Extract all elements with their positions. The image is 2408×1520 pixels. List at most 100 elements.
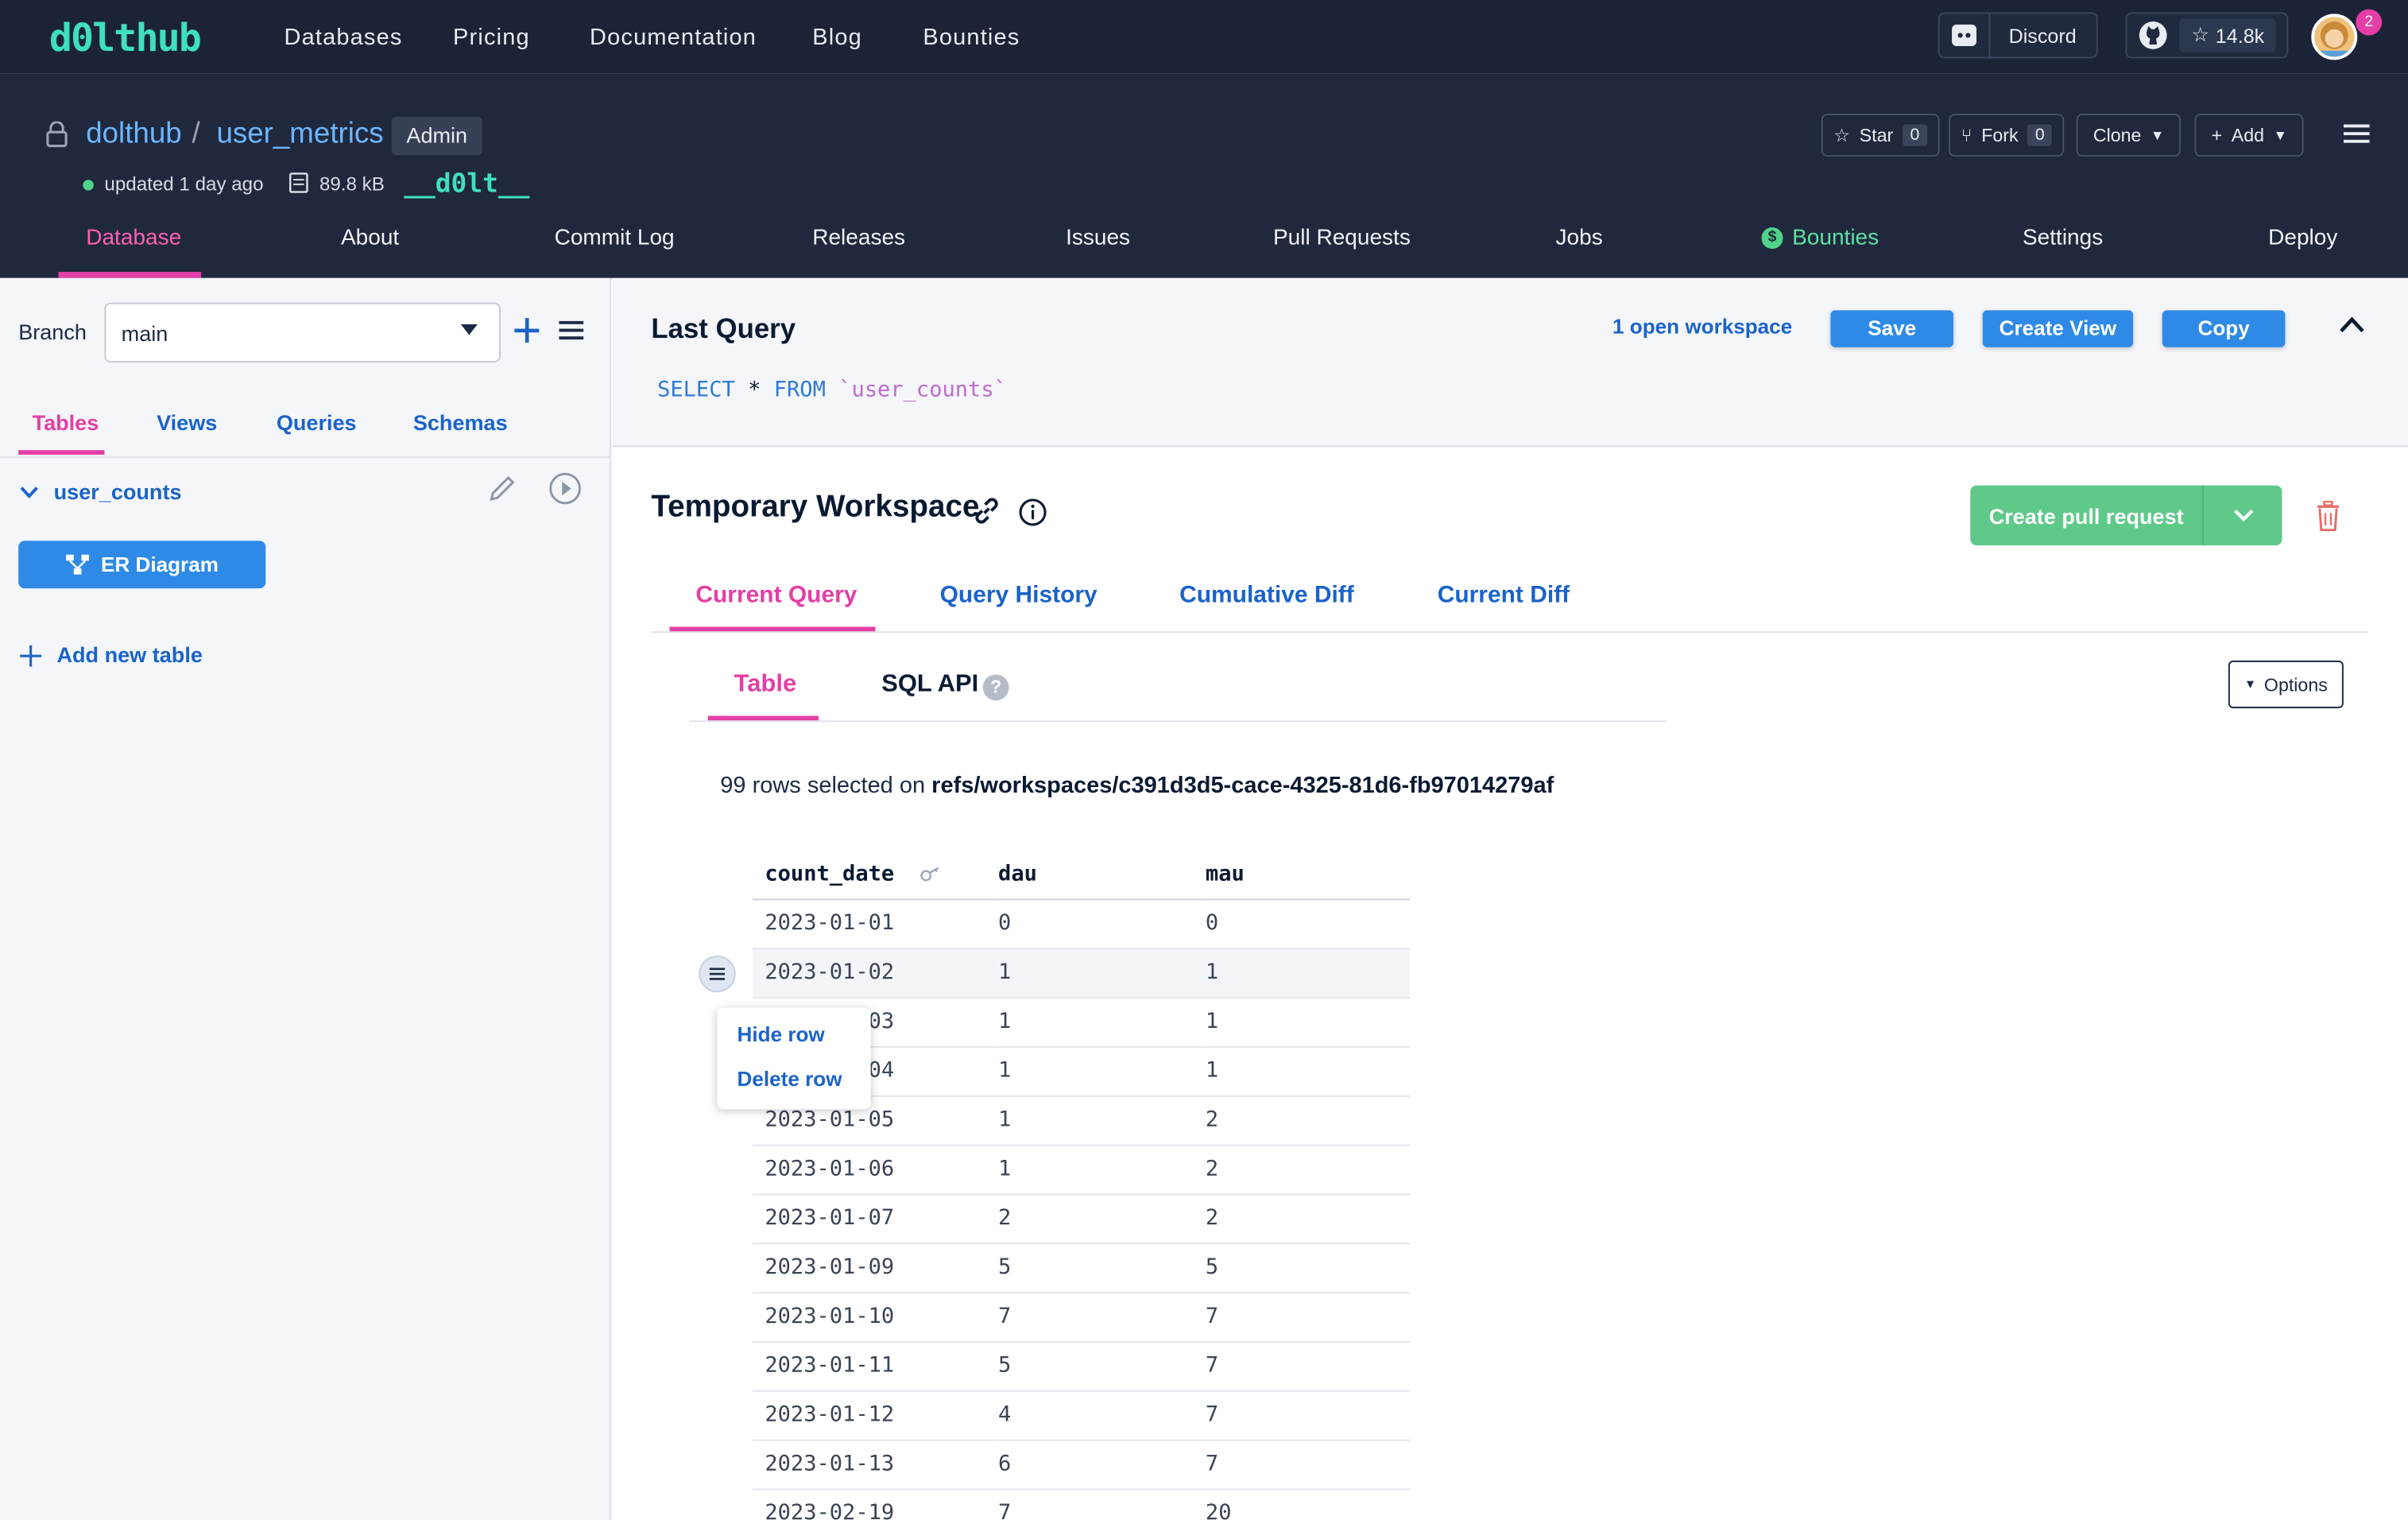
cell-mau[interactable]: 20 <box>1205 1488 1410 1520</box>
hamburger-menu-icon[interactable] <box>2343 123 2370 145</box>
cell-mau[interactable]: 7 <box>1205 1340 1410 1391</box>
cell-mau[interactable]: 1 <box>1205 948 1410 998</box>
cell-dau[interactable]: 1 <box>998 948 1206 998</box>
cell-count-date[interactable]: 2023-01-12 <box>752 1390 999 1441</box>
open-workspace-link[interactable]: 1 open workspace <box>1612 315 1792 338</box>
tab-releases[interactable]: Releases <box>812 226 905 250</box>
avatar[interactable] <box>2311 14 2358 60</box>
cell-dau[interactable]: 4 <box>998 1390 1206 1441</box>
sidebar-tab-schemas[interactable]: Schemas <box>413 410 508 435</box>
tab-commit-log[interactable]: Commit Log <box>555 226 675 250</box>
table-item-user-counts[interactable]: user_counts <box>54 479 182 504</box>
trash-icon[interactable] <box>2314 500 2342 532</box>
sidebar-tab-tables[interactable]: Tables <box>33 410 99 435</box>
subtab-sql-api[interactable]: SQL API <box>881 671 978 699</box>
cell-count-date[interactable]: 2023-01-01 <box>752 898 999 949</box>
cell-count-date[interactable]: 2023-01-02 <box>752 948 999 998</box>
cell-mau[interactable]: 5 <box>1205 1243 1410 1293</box>
tab-issues[interactable]: Issues <box>1066 226 1130 250</box>
cell-count-date[interactable]: 2023-01-10 <box>752 1292 999 1342</box>
add-button[interactable]: + Add ▼ <box>2194 113 2305 157</box>
tab-settings[interactable]: Settings <box>2023 226 2103 250</box>
clone-button[interactable]: Clone ▼ <box>2076 113 2182 157</box>
cell-count-date[interactable]: 2023-01-07 <box>752 1193 999 1244</box>
cell-count-date[interactable]: 2023-02-19 <box>752 1488 999 1520</box>
cell-mau[interactable]: 7 <box>1205 1390 1410 1441</box>
tab-current-diff[interactable]: Current Diff <box>1438 582 1570 610</box>
cell-count-date[interactable]: 2023-01-09 <box>752 1243 999 1293</box>
cell-dau[interactable]: 0 <box>998 898 1206 949</box>
hide-row-menu-item[interactable]: Hide row <box>737 1023 825 1046</box>
tab-cumulative-diff[interactable]: Cumulative Diff <box>1179 582 1354 610</box>
cell-count-date[interactable]: 2023-01-06 <box>752 1144 999 1195</box>
info-icon[interactable] <box>1018 498 1047 527</box>
cell-dau[interactable]: 1 <box>998 1045 1206 1096</box>
sidebar-tab-views[interactable]: Views <box>157 410 217 435</box>
create-view-button[interactable]: Create View <box>1982 310 2134 347</box>
tab-deploy[interactable]: Deploy <box>2268 226 2337 250</box>
nav-databases[interactable]: Databases <box>284 25 402 51</box>
play-query-icon[interactable] <box>548 471 583 506</box>
cell-mau[interactable]: 0 <box>1205 898 1410 949</box>
tab-about[interactable]: About <box>341 226 399 250</box>
cell-dau[interactable]: 2 <box>998 1193 1206 1244</box>
nav-blog[interactable]: Blog <box>812 25 862 51</box>
cell-dau[interactable]: 1 <box>998 1144 1206 1195</box>
edit-pencil-icon[interactable] <box>487 473 518 504</box>
repo-name-link[interactable]: user_metrics <box>216 118 383 153</box>
cell-dau[interactable]: 1 <box>998 1095 1206 1146</box>
column-header-count-date[interactable]: count_date <box>752 849 999 900</box>
link-icon[interactable] <box>972 496 1001 525</box>
table-header-row: count_date dau mau <box>752 849 1410 900</box>
new-branch-plus-icon[interactable] <box>513 316 540 344</box>
cell-count-date[interactable]: 2023-01-13 <box>752 1439 999 1490</box>
tab-query-history[interactable]: Query History <box>940 582 1098 610</box>
cell-dau[interactable]: 5 <box>998 1243 1206 1293</box>
nav-documentation[interactable]: Documentation <box>590 25 757 51</box>
cell-mau[interactable]: 7 <box>1205 1292 1410 1342</box>
tab-current-query[interactable]: Current Query <box>695 582 857 610</box>
branch-list-icon[interactable] <box>559 320 584 341</box>
tab-jobs[interactable]: Jobs <box>1556 226 1603 250</box>
cell-dau[interactable]: 7 <box>998 1488 1206 1520</box>
star-button[interactable]: ☆ Star 0 <box>1821 113 1940 157</box>
subtab-table[interactable]: Table <box>734 671 796 699</box>
fork-button[interactable]: ⑂ Fork 0 <box>1949 113 2065 157</box>
cell-count-date[interactable]: 2023-01-11 <box>752 1340 999 1391</box>
save-button[interactable]: Save <box>1830 310 1954 347</box>
branch-select[interactable]: main <box>104 302 501 363</box>
help-question-icon[interactable]: ? <box>982 674 1009 701</box>
cell-dau[interactable]: 1 <box>998 997 1206 1047</box>
cell-mau[interactable]: 2 <box>1205 1095 1410 1146</box>
column-header-dau[interactable]: dau <box>998 849 1206 900</box>
nav-bounties[interactable]: Bounties <box>923 25 1020 51</box>
row-menu-button[interactable] <box>699 955 736 993</box>
cell-dau[interactable]: 5 <box>998 1340 1206 1391</box>
add-new-table-link[interactable]: Add new table <box>56 642 202 667</box>
chevron-down-icon[interactable] <box>2204 509 2282 522</box>
tab-database[interactable]: Database <box>86 226 181 250</box>
cell-mau[interactable]: 1 <box>1205 1045 1410 1096</box>
options-dropdown-button[interactable]: ▼ Options <box>2228 660 2344 708</box>
repo-owner-link[interactable]: dolthub <box>86 118 181 153</box>
tab-bounties[interactable]: Bounties <box>1792 226 1879 250</box>
nav-pricing[interactable]: Pricing <box>453 25 530 51</box>
github-button[interactable]: ☆ 14.8k <box>2125 12 2289 59</box>
column-header-mau[interactable]: mau <box>1205 849 1410 900</box>
sidebar-tab-queries[interactable]: Queries <box>277 410 357 435</box>
cell-dau[interactable]: 7 <box>998 1292 1206 1342</box>
cell-mau[interactable]: 7 <box>1205 1439 1410 1490</box>
discord-button[interactable]: Discord <box>1938 12 2098 59</box>
create-pull-request-button[interactable]: Create pull request <box>1970 485 2282 546</box>
er-diagram-button[interactable]: ER Diagram <box>18 541 266 589</box>
dolthub-logo[interactable]: d0lthub <box>49 15 202 60</box>
cell-dau[interactable]: 6 <box>998 1439 1206 1490</box>
cell-mau[interactable]: 2 <box>1205 1193 1410 1244</box>
cell-mau[interactable]: 1 <box>1205 997 1410 1047</box>
delete-row-menu-item[interactable]: Delete row <box>737 1068 842 1091</box>
copy-button[interactable]: Copy <box>2162 310 2286 347</box>
cell-mau[interactable]: 2 <box>1205 1144 1410 1195</box>
collapse-chevron-up-icon[interactable] <box>2339 316 2365 333</box>
chevron-down-icon[interactable] <box>20 486 38 499</box>
tab-pull-requests[interactable]: Pull Requests <box>1273 226 1411 250</box>
